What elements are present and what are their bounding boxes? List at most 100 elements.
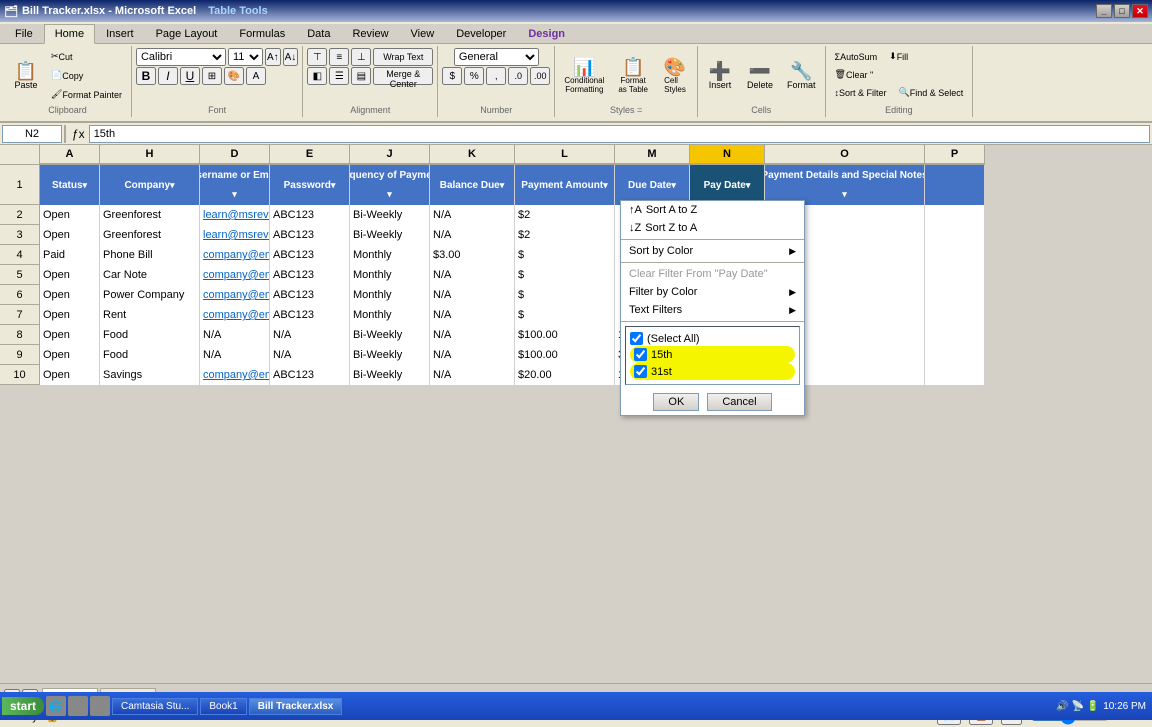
cell-k7[interactable]: N/A [430,305,515,325]
col-header-n[interactable]: N [690,145,765,165]
borders-button[interactable]: ⊞ [202,67,222,85]
tab-formulas[interactable]: Formulas [228,24,296,43]
col-header-j[interactable]: J [350,145,430,165]
dropdown-cancel-button[interactable]: Cancel [707,393,771,411]
cell-e7[interactable]: ABC123 [270,305,350,325]
tab-file[interactable]: File [4,24,44,43]
align-left-button[interactable]: ◧ [307,67,327,85]
cell-l7[interactable]: $ [515,305,615,325]
cell-a8[interactable]: Open [40,325,100,345]
taskbar-book1[interactable]: Book1 [200,698,246,715]
format-button[interactable]: 🔧 Format [782,59,821,93]
cell-h9[interactable]: Food [100,345,200,365]
cell-h7[interactable]: Rent [100,305,200,325]
cell-k6[interactable]: N/A [430,285,515,305]
cell-a4[interactable]: Paid [40,245,100,265]
copy-button[interactable]: 📄 Copy [46,67,127,84]
cell-l3[interactable]: $2 [515,225,615,245]
percent-button[interactable]: % [464,67,484,85]
font-grow-button[interactable]: A↑ [265,48,281,66]
cell-p2[interactable] [925,205,985,225]
close-button[interactable]: ✕ [1132,4,1148,18]
start-button[interactable]: start [2,697,44,715]
insert-button[interactable]: ➕ Insert [702,59,738,93]
currency-button[interactable]: $ [442,67,462,85]
taskbar-bill-tracker[interactable]: Bill Tracker.xlsx [249,698,343,715]
text-filters-item[interactable]: Text Filters ▶ [621,301,804,319]
taskbar-camtasia[interactable]: Camtasia Stu... [112,698,198,715]
conditional-formatting-button[interactable]: 📊 ConditionalFormatting [559,55,609,97]
cell-e10[interactable]: ABC123 [270,365,350,385]
format-as-table-button[interactable]: 📋 Formatas Table [613,55,653,97]
tab-developer[interactable]: Developer [445,24,517,43]
cell-p4[interactable] [925,245,985,265]
tab-home[interactable]: Home [44,24,95,44]
cell-a9[interactable]: Open [40,345,100,365]
col-header-l[interactable]: L [515,145,615,165]
find-select-button[interactable]: 🔍 Find & Select [894,84,969,101]
cell-a3[interactable]: Open [40,225,100,245]
check-15th-input[interactable] [634,348,647,361]
cell-j4[interactable]: Monthly [350,245,430,265]
quick-launch-ie[interactable]: 🌐 [46,696,66,716]
cell-j2[interactable]: Bi-Weekly [350,205,430,225]
cell-h8[interactable]: Food [100,325,200,345]
maximize-button[interactable]: □ [1114,4,1130,18]
check-31st-input[interactable] [634,365,647,378]
tab-insert[interactable]: Insert [95,24,145,43]
col-header-a[interactable]: A [40,145,100,165]
cell-e4[interactable]: ABC123 [270,245,350,265]
cell-k2[interactable]: N/A [430,205,515,225]
cell-h3[interactable]: Greenforest [100,225,200,245]
font-name-select[interactable]: Calibri [136,48,226,66]
cell-d5[interactable]: company@email.com [200,265,270,285]
cell-l10[interactable]: $20.00 [515,365,615,385]
cell-a6[interactable]: Open [40,285,100,305]
cell-k4[interactable]: $3.00 [430,245,515,265]
minimize-button[interactable]: _ [1096,4,1112,18]
formula-input[interactable] [89,125,1150,143]
cell-l4[interactable]: $ [515,245,615,265]
cell-p8[interactable] [925,325,985,345]
align-bottom-button[interactable]: ⊥ [351,48,371,66]
cell-a2[interactable]: Open [40,205,100,225]
cell-d10[interactable]: company@email.com [200,365,270,385]
autosum-button[interactable]: Σ AutoSum [830,48,883,65]
italic-button[interactable]: I [158,67,178,85]
font-shrink-button[interactable]: A↓ [283,48,299,66]
tab-data[interactable]: Data [296,24,341,43]
align-middle-button[interactable]: ≡ [329,48,349,66]
cell-e2[interactable]: ABC123 [270,205,350,225]
quick-launch-media[interactable] [90,696,110,716]
wrap-text-button[interactable]: Wrap Text [373,48,433,66]
col-header-o[interactable]: O [765,145,925,165]
cell-k8[interactable]: N/A [430,325,515,345]
cell-a10[interactable]: Open [40,365,100,385]
cell-h5[interactable]: Car Note [100,265,200,285]
cell-p3[interactable] [925,225,985,245]
cell-k9[interactable]: N/A [430,345,515,365]
cell-h6[interactable]: Power Company [100,285,200,305]
cell-h2[interactable]: Greenforest [100,205,200,225]
cell-d7[interactable]: company@email.com [200,305,270,325]
align-top-button[interactable]: ⊤ [307,48,327,66]
number-format-select[interactable]: General [454,48,539,66]
cell-a5[interactable]: Open [40,265,100,285]
paste-button[interactable]: 📋 Paste [8,59,44,93]
cell-j10[interactable]: Bi-Weekly [350,365,430,385]
cell-j8[interactable]: Bi-Weekly [350,325,430,345]
check-31st[interactable]: 31st [630,363,795,380]
cell-l6[interactable]: $ [515,285,615,305]
check-select-all-input[interactable] [630,332,643,345]
clear-button[interactable]: 🗑 Clear " [830,66,879,83]
cell-l9[interactable]: $100.00 [515,345,615,365]
cell-styles-button[interactable]: 🎨 CellStyles [657,55,693,97]
fill-button[interactable]: ⬇ Fill [884,48,913,65]
cell-l8[interactable]: $100.00 [515,325,615,345]
quick-launch-folder[interactable] [68,696,88,716]
cell-l2[interactable]: $2 [515,205,615,225]
title-bar-controls[interactable]: _ □ ✕ [1096,4,1148,18]
function-wizard-button[interactable]: ƒx [68,127,89,141]
tab-page-layout[interactable]: Page Layout [145,24,229,43]
cell-j9[interactable]: Bi-Weekly [350,345,430,365]
